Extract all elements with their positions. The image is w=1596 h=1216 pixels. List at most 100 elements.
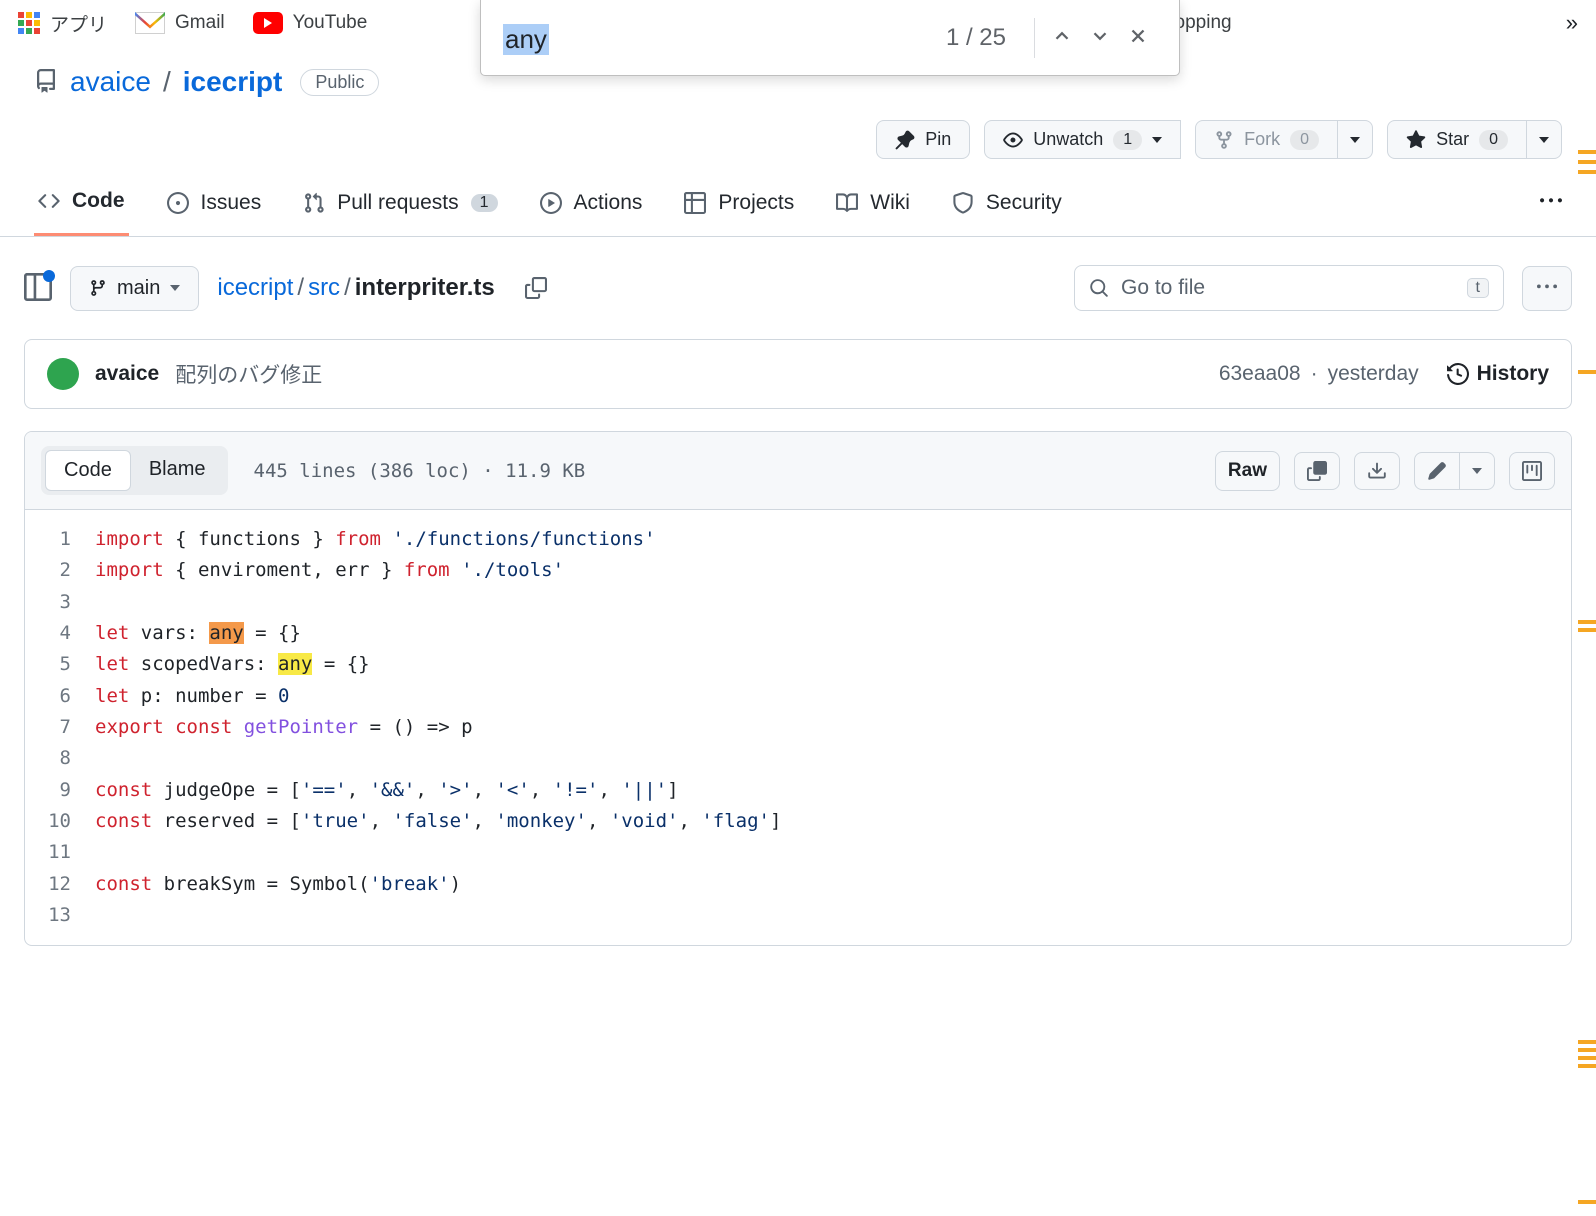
crumb-src[interactable]: src [308, 274, 340, 301]
pr-icon [303, 192, 325, 214]
pin-button[interactable]: Pin [876, 120, 970, 159]
pencil-icon [1427, 461, 1447, 481]
repo-icon [34, 69, 58, 96]
find-prev-button[interactable] [1043, 17, 1081, 58]
apps-icon [18, 12, 40, 34]
apps-label: アプリ [50, 10, 107, 37]
crumb-file: interpriter.ts [355, 274, 495, 301]
raw-button[interactable]: Raw [1215, 451, 1280, 491]
repo-owner-link[interactable]: avaice [70, 66, 151, 98]
tab-pull-requests[interactable]: Pull requests1 [299, 191, 501, 235]
tab-wiki[interactable]: Wiki [832, 191, 914, 235]
tab-code[interactable]: Code [34, 189, 129, 236]
code-header: Code Blame 445 lines (386 loc) · 11.9 KB… [25, 432, 1571, 510]
commit-message[interactable]: 配列のバグ修正 [175, 359, 322, 389]
go-to-file-input[interactable]: Go to file t [1074, 265, 1504, 311]
symbols-icon [1522, 461, 1542, 481]
tab-actions[interactable]: Actions [536, 191, 647, 235]
copy-icon [1307, 461, 1327, 481]
code-view-button[interactable]: Code [45, 450, 131, 491]
branch-name: main [117, 277, 160, 300]
file-nav: main icecript/src/interpriter.ts Go to f… [0, 237, 1596, 339]
fork-count: 0 [1290, 130, 1319, 150]
search-match-current: any [209, 622, 243, 644]
find-bar: any 1 / 25 [480, 0, 1180, 76]
file-tree-toggle[interactable] [24, 273, 52, 304]
find-close-button[interactable] [1119, 17, 1157, 58]
pr-count: 1 [471, 194, 498, 212]
code-box: Code Blame 445 lines (386 loc) · 11.9 KB… [24, 431, 1572, 946]
file-more-button[interactable] [1522, 266, 1572, 311]
pin-icon [895, 130, 915, 150]
fork-dropdown[interactable] [1338, 120, 1373, 159]
unwatch-label: Unwatch [1033, 129, 1103, 150]
gmail-icon [135, 12, 165, 34]
gmail-label: Gmail [175, 12, 225, 34]
star-group: Star 0 [1387, 120, 1562, 159]
download-icon [1367, 461, 1387, 481]
branch-select[interactable]: main [70, 266, 199, 311]
symbols-button[interactable] [1509, 452, 1555, 490]
caret-down-icon [1539, 137, 1549, 143]
eye-icon [1003, 130, 1023, 150]
unwatch-button[interactable]: Unwatch 1 [984, 120, 1181, 159]
commit-meta: 63eaa08·yesterday History [1219, 362, 1549, 386]
repo-name-link[interactable]: icecript [183, 66, 283, 98]
star-icon [1406, 130, 1426, 150]
avatar[interactable] [47, 358, 79, 390]
commit-time: yesterday [1328, 362, 1419, 386]
search-match: any [278, 653, 312, 675]
breadcrumb: icecript/src/interpriter.ts [217, 274, 494, 302]
star-button[interactable]: Star 0 [1387, 120, 1527, 159]
tab-security[interactable]: Security [948, 191, 1066, 235]
find-input[interactable] [503, 22, 783, 53]
history-icon [1447, 363, 1469, 385]
gmail-bookmark[interactable]: Gmail [135, 12, 225, 34]
copy-path-button[interactable] [513, 269, 559, 307]
watch-count: 1 [1113, 130, 1142, 150]
copy-button[interactable] [1294, 452, 1340, 490]
caret-down-icon [1152, 137, 1162, 143]
search-icon [1089, 278, 1109, 298]
edit-button[interactable] [1414, 452, 1460, 490]
notification-dot [43, 270, 55, 282]
view-toggle: Code Blame [41, 446, 228, 495]
tab-issues[interactable]: Issues [163, 191, 266, 235]
star-label: Star [1436, 129, 1469, 150]
visibility-badge: Public [300, 69, 379, 96]
issues-icon [167, 192, 189, 214]
crumb-root[interactable]: icecript [217, 274, 293, 301]
kbd-hint: t [1467, 278, 1489, 298]
edit-group [1414, 452, 1495, 490]
divider: / [163, 66, 171, 98]
fork-button[interactable]: Fork 0 [1195, 120, 1338, 159]
find-next-button[interactable] [1081, 17, 1119, 58]
bookmarks-overflow[interactable]: » [1566, 10, 1578, 36]
edit-dropdown[interactable] [1460, 452, 1495, 490]
commit-sha[interactable]: 63eaa08 [1219, 362, 1301, 386]
caret-down-icon [170, 285, 180, 291]
fork-group: Fork 0 [1195, 120, 1373, 159]
star-dropdown[interactable] [1527, 120, 1562, 159]
apps-bookmark[interactable]: アプリ [18, 10, 107, 37]
blame-view-button[interactable]: Blame [131, 450, 224, 491]
download-button[interactable] [1354, 452, 1400, 490]
youtube-icon [253, 12, 283, 34]
commit-author[interactable]: avaice [95, 362, 159, 386]
history-button[interactable]: History [1447, 362, 1549, 386]
youtube-bookmark[interactable]: YouTube [253, 12, 368, 34]
code-content[interactable]: 1import { functions } from './functions/… [25, 510, 1571, 945]
code-icon [38, 190, 60, 212]
watch-button: Unwatch 1 [984, 120, 1181, 159]
scroll-markers [1578, 0, 1596, 1216]
nav-overflow[interactable] [1540, 190, 1562, 235]
star-count: 0 [1479, 130, 1508, 150]
caret-down-icon [1472, 468, 1482, 474]
tab-projects[interactable]: Projects [680, 191, 798, 235]
pin-label: Pin [925, 129, 951, 150]
caret-down-icon [1350, 137, 1360, 143]
divider [1034, 18, 1035, 58]
youtube-label: YouTube [293, 12, 368, 34]
latest-commit: avaice 配列のバグ修正 63eaa08·yesterday History [24, 339, 1572, 409]
copy-icon [525, 277, 547, 299]
